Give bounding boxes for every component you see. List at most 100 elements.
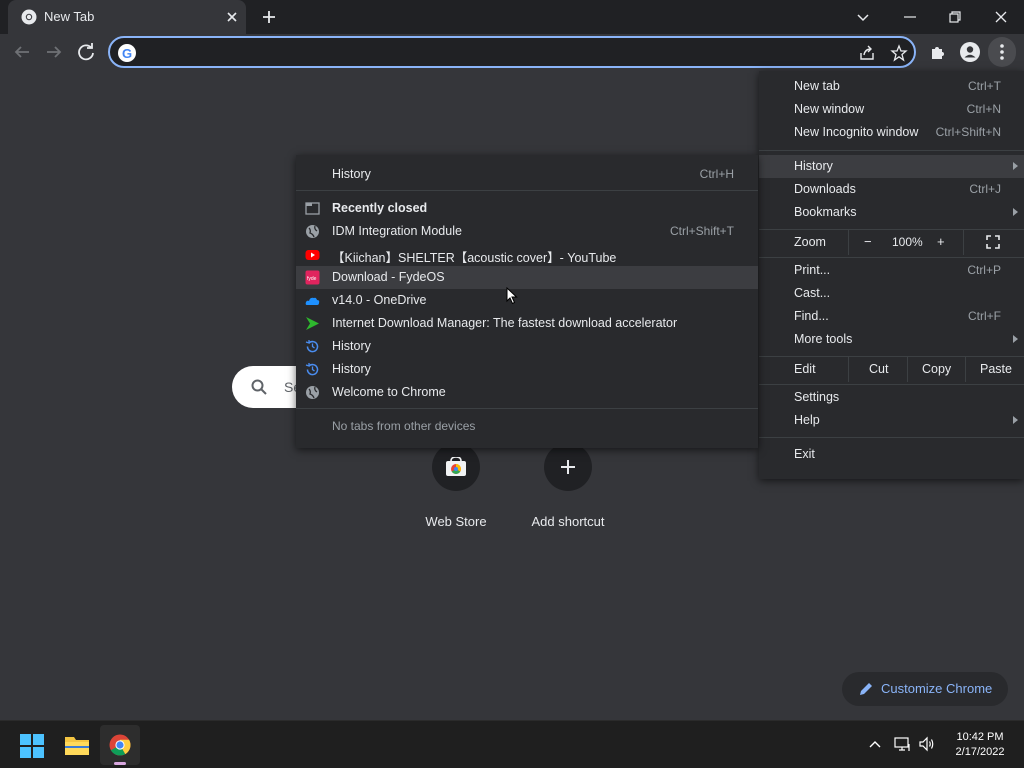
google-icon: G — [118, 44, 136, 62]
menu-shortcut: Ctrl+Shift+T — [669, 224, 734, 238]
history-entry[interactable]: History — [296, 335, 758, 358]
menu-label: New Incognito window — [794, 125, 919, 139]
back-icon[interactable] — [10, 40, 34, 64]
menu-label: History — [332, 339, 371, 353]
bookmark-star-icon[interactable] — [890, 44, 908, 62]
divider — [965, 356, 966, 382]
zoom-out-button[interactable]: − — [864, 234, 872, 249]
menu-shortcut: Ctrl+F — [968, 309, 1001, 323]
system-clock[interactable]: 10:42 PM 2/17/2022 — [944, 730, 1016, 760]
history-icon — [305, 363, 319, 376]
fydeos-icon: fyde — [305, 270, 320, 285]
menu-separator — [759, 384, 1024, 385]
menu-item-history[interactable]: History — [759, 155, 1024, 178]
shortcut-web-store[interactable]: Web Store — [400, 443, 512, 529]
menu-separator — [759, 356, 1024, 357]
restore-icon[interactable] — [943, 5, 967, 29]
zoom-level: 100% — [892, 235, 923, 249]
menu-item-print[interactable]: Print... Ctrl+P — [759, 259, 1024, 282]
zoom-in-button[interactable]: + — [937, 234, 945, 249]
menu-separator — [759, 257, 1024, 258]
shortcut-label: Add shortcut — [531, 514, 605, 529]
omnibox[interactable]: G — [108, 36, 916, 68]
new-tab-button[interactable] — [259, 7, 279, 27]
close-tab-icon[interactable] — [223, 8, 241, 26]
menu-item-downloads[interactable]: Downloads Ctrl+J — [759, 178, 1024, 201]
volume-icon[interactable] — [918, 735, 936, 753]
menu-label: Bookmarks — [794, 205, 857, 219]
menu-item-new-window[interactable]: New window Ctrl+N — [759, 98, 1024, 121]
menu-label: Internet Download Manager: The fastest d… — [332, 316, 678, 330]
menu-item-more-tools[interactable]: More tools — [759, 328, 1024, 351]
submenu-arrow-icon — [1013, 416, 1018, 424]
mouse-cursor-icon — [506, 287, 518, 305]
history-menu-item-history[interactable]: History Ctrl+H — [296, 163, 758, 186]
menu-label: 【Kiichan】SHELTER【acoustic cover】- YouTub… — [332, 251, 617, 265]
tab-search-icon[interactable] — [851, 5, 875, 29]
tab-new-tab[interactable]: New Tab — [8, 0, 246, 34]
copy-button[interactable]: Copy — [922, 362, 951, 376]
menu-item-help[interactable]: Help — [759, 409, 1024, 432]
file-explorer-button[interactable] — [57, 725, 97, 765]
onedrive-icon — [305, 297, 320, 305]
kebab-menu-icon — [1000, 44, 1004, 60]
menu-label: New tab — [794, 79, 840, 93]
cut-button[interactable]: Cut — [869, 362, 888, 376]
fullscreen-icon[interactable] — [986, 235, 1000, 249]
tab-window-icon — [305, 202, 320, 215]
menu-label: History — [332, 362, 371, 376]
address-input[interactable] — [142, 41, 842, 63]
extensions-icon[interactable] — [926, 40, 950, 64]
menu-label: More tools — [794, 332, 853, 346]
add-shortcut-tile — [544, 443, 592, 491]
chrome-main-menu: New tab Ctrl+T New window Ctrl+N New Inc… — [759, 71, 1024, 479]
menu-label: Cast... — [794, 286, 831, 300]
chrome-icon — [21, 9, 37, 25]
menu-item-new-incognito[interactable]: New Incognito window Ctrl+Shift+N — [759, 121, 1024, 144]
history-entry[interactable]: fyde Download - FydeOS — [296, 266, 758, 289]
menu-item-bookmarks[interactable]: Bookmarks — [759, 201, 1024, 224]
shortcut-add[interactable]: Add shortcut — [512, 443, 624, 529]
web-store-tile — [432, 443, 480, 491]
menu-item-settings[interactable]: Settings — [759, 386, 1024, 409]
menu-item-cast[interactable]: Cast... — [759, 282, 1024, 305]
taskbar: 10:42 PM 2/17/2022 — [0, 720, 1024, 768]
clock-date: 2/17/2022 — [955, 746, 1005, 758]
menu-item-new-tab[interactable]: New tab Ctrl+T — [759, 75, 1024, 98]
menu-label: Find... — [794, 309, 829, 323]
history-entry[interactable]: History — [296, 358, 758, 381]
chevron-up-icon[interactable] — [866, 735, 884, 753]
toolbar: G — [0, 34, 1024, 71]
menu-label: Welcome to Chrome — [332, 385, 446, 399]
globe-icon — [306, 225, 319, 238]
customize-chrome-button[interactable]: Customize Chrome — [842, 672, 1008, 706]
menu-separator — [759, 229, 1024, 230]
search-icon — [251, 379, 267, 395]
network-icon[interactable] — [894, 735, 912, 753]
menu-label: Zoom — [794, 235, 826, 249]
history-entry[interactable]: IDM Integration Module Ctrl+Shift+T — [296, 220, 758, 243]
minimize-icon[interactable] — [898, 5, 922, 29]
close-window-icon[interactable] — [989, 5, 1013, 29]
forward-icon[interactable] — [42, 40, 66, 64]
active-indicator — [114, 762, 126, 765]
chrome-icon — [109, 734, 131, 756]
profile-icon[interactable] — [958, 40, 982, 64]
history-entry[interactable]: Welcome to Chrome — [296, 381, 758, 404]
paste-button[interactable]: Paste — [980, 362, 1012, 376]
menu-item-find[interactable]: Find... Ctrl+F — [759, 305, 1024, 328]
history-entry[interactable]: Internet Download Manager: The fastest d… — [296, 312, 758, 335]
reload-icon[interactable] — [74, 40, 98, 64]
history-entry[interactable]: 【Kiichan】SHELTER【acoustic cover】- YouTub… — [296, 243, 758, 266]
menu-item-exit[interactable]: Exit — [759, 443, 1024, 466]
menu-shortcut: Ctrl+H — [699, 167, 734, 181]
start-button[interactable] — [12, 725, 52, 765]
globe-icon — [306, 386, 319, 399]
menu-shortcut: Ctrl+N — [966, 102, 1001, 116]
menu-button[interactable] — [988, 37, 1016, 67]
share-icon[interactable] — [858, 44, 876, 62]
history-entry[interactable]: v14.0 - OneDrive — [296, 289, 758, 312]
menu-label: History — [794, 159, 833, 173]
chrome-taskbar-button[interactable] — [100, 725, 140, 765]
divider — [907, 356, 908, 382]
